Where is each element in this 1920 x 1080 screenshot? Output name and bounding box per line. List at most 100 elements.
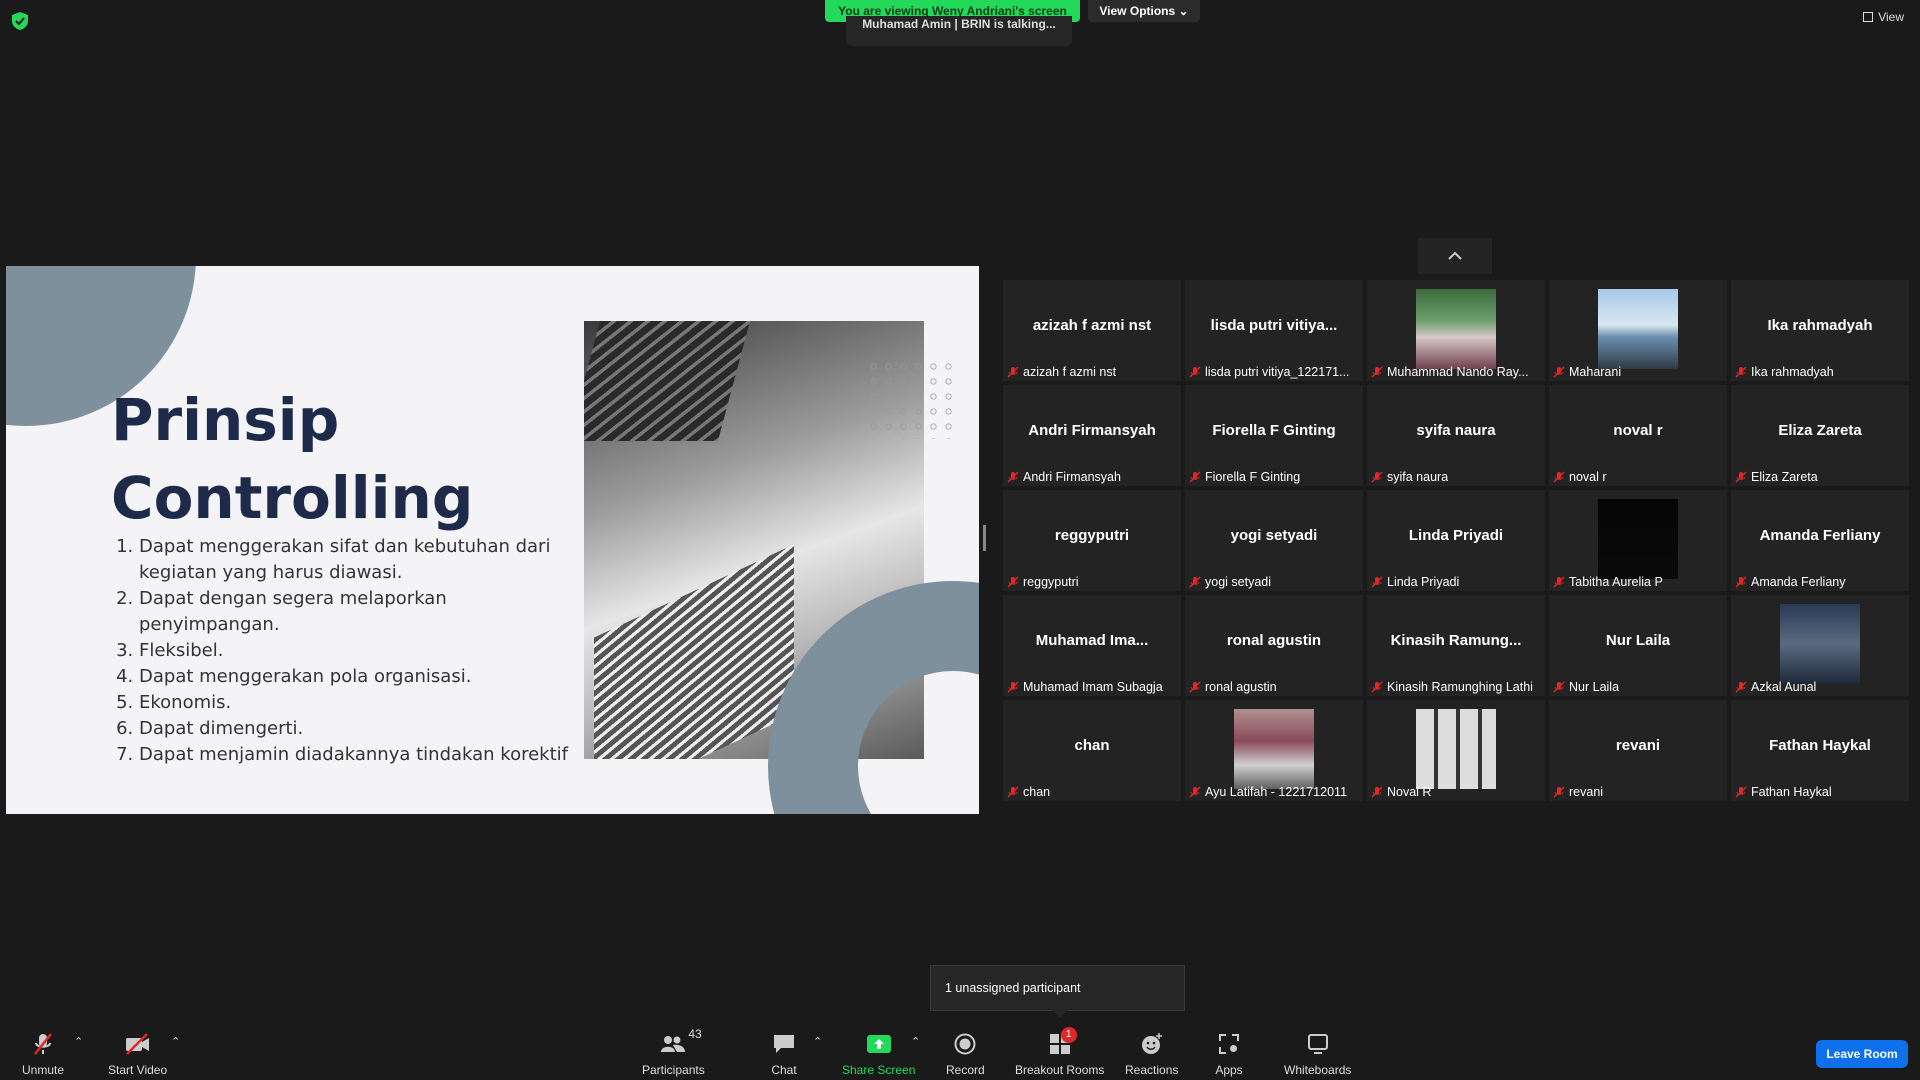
split-divider-handle[interactable] — [983, 525, 986, 551]
participant-nameplate: Muhamad Imam Subagja — [1007, 680, 1177, 694]
participant-tile[interactable]: Tabitha Aurelia P — [1549, 490, 1727, 591]
participant-nameplate: syifa naura — [1371, 470, 1541, 484]
participant-nameplate: Fathan Haykal — [1735, 785, 1905, 799]
building-shape — [584, 321, 751, 441]
participant-display-name: reggyputri — [1054, 527, 1130, 544]
apps-label: Apps — [1215, 1063, 1243, 1077]
participant-tile[interactable]: Azkal Aunal — [1731, 595, 1909, 696]
participant-tile[interactable]: chan chan — [1003, 700, 1181, 801]
participant-tile[interactable]: Nur Laila Nur Laila — [1549, 595, 1727, 696]
slide-list-item: Dapat menjamin diadakannya tindakan kore… — [139, 742, 589, 768]
active-speaker-indicator: Muhamad Amin | BRIN is talking... — [846, 16, 1072, 46]
participant-tile[interactable]: Fiorella F Ginting Fiorella F Ginting — [1185, 385, 1363, 486]
audio-options-caret-icon[interactable]: ⌃ — [74, 1035, 83, 1048]
participant-display-name: yogi setyadi — [1230, 527, 1318, 544]
muted-mic-icon — [1007, 471, 1019, 483]
security-shield-icon[interactable] — [12, 12, 28, 30]
muted-mic-icon — [1371, 471, 1383, 483]
participant-nameplate: Azkal Aunal — [1735, 680, 1905, 694]
whiteboards-button[interactable]: Whiteboards — [1284, 1031, 1351, 1077]
participant-display-name: syifa naura — [1416, 422, 1496, 439]
participant-name: Ika rahmadyah — [1751, 365, 1834, 379]
breakout-rooms-icon: 1 — [1045, 1027, 1077, 1057]
participant-tile[interactable]: azizah f azmi nst azizah f azmi nst — [1003, 280, 1181, 381]
muted-mic-icon — [1189, 786, 1201, 798]
participant-tile[interactable]: revani revani — [1549, 700, 1727, 801]
participant-nameplate: Ika rahmadyah — [1735, 365, 1905, 379]
building-shape — [594, 544, 794, 759]
participant-tile[interactable]: Muhamad Ima... Muhamad Imam Subagja — [1003, 595, 1181, 696]
video-options-caret-icon[interactable]: ⌃ — [171, 1035, 180, 1048]
participant-name: Fiorella F Ginting — [1205, 470, 1301, 484]
apps-button[interactable]: Apps — [1214, 1031, 1244, 1077]
participant-tile[interactable]: Ika rahmadyah Ika rahmadyah — [1731, 280, 1909, 381]
muted-mic-icon — [1735, 471, 1747, 483]
muted-mic-icon — [1735, 366, 1747, 378]
participant-name: chan — [1023, 785, 1051, 799]
participant-video-thumbnail — [1780, 604, 1860, 684]
participant-nameplate: Ayu Latifah - 1221712011 — [1189, 785, 1359, 799]
participant-tile[interactable]: Linda Priyadi Linda Priyadi — [1367, 490, 1545, 591]
breakout-tooltip: 1 unassigned participant — [930, 965, 1185, 1011]
participant-tile[interactable]: Ayu Latifah - 1221712011 — [1185, 700, 1363, 801]
participant-tile[interactable]: lisda putri vitiya... lisda putri vitiya_… — [1185, 280, 1363, 381]
participant-name: Andri Firmansyah — [1023, 470, 1121, 484]
participant-tile[interactable]: Fathan Haykal Fathan Haykal — [1731, 700, 1909, 801]
slide-list-item: Ekonomis. — [139, 690, 589, 716]
participant-nameplate: revani — [1553, 785, 1723, 799]
participant-tile[interactable]: Maharani — [1549, 280, 1727, 381]
slide-list-item: Dapat dengan segera melaporkan penyimpan… — [139, 586, 589, 638]
participant-display-name: Andri Firmansyah — [1028, 422, 1156, 439]
participant-tile[interactable]: syifa naura syifa naura — [1367, 385, 1545, 486]
participant-name: Noval R — [1387, 785, 1432, 799]
muted-mic-icon — [1553, 366, 1565, 378]
participant-tile[interactable]: reggyputri reggyputri — [1003, 490, 1181, 591]
chat-button[interactable]: Chat — [769, 1031, 799, 1077]
participant-nameplate: lisda putri vitiya_122171... — [1189, 365, 1359, 379]
participant-tile[interactable]: Kinasih Ramung... Kinasih Ramunghing Lath… — [1367, 595, 1545, 696]
slide-title-line1: Prinsip — [111, 386, 340, 454]
view-label: View — [1878, 10, 1904, 24]
participant-display-name: Ika rahmadyah — [1767, 317, 1873, 334]
participant-tile[interactable]: Andri Firmansyah Andri Firmansyah — [1003, 385, 1181, 486]
participant-tile[interactable]: Amanda Ferliany Amanda Ferliany — [1731, 490, 1909, 591]
view-options-button[interactable]: View Options ⌄ — [1088, 0, 1200, 22]
view-button[interactable]: View — [1863, 10, 1904, 24]
muted-mic-icon — [1735, 786, 1747, 798]
video-off-icon — [123, 1031, 153, 1057]
participant-nameplate: Nur Laila — [1553, 680, 1723, 694]
slide-list-item: Dapat menggerakan pola organisasi. — [139, 664, 589, 690]
participant-display-name: Fathan Haykal — [1769, 737, 1871, 754]
tooltip-arrow — [1052, 1010, 1068, 1018]
chat-options-caret-icon[interactable]: ⌃ — [813, 1035, 822, 1048]
slide-list-item: Dapat dimengerti. — [139, 716, 589, 742]
unmute-button[interactable]: Unmute — [22, 1031, 64, 1077]
participant-display-name: Eliza Zareta — [1778, 422, 1862, 439]
participant-tile[interactable]: Noval R — [1367, 700, 1545, 801]
participant-name: reggyputri — [1023, 575, 1079, 589]
layout-icon — [1863, 12, 1874, 22]
start-video-button[interactable]: Start Video — [108, 1031, 167, 1077]
breakout-badge: 1 — [1060, 1027, 1077, 1043]
participant-name: Kinasih Ramunghing Lathi — [1387, 680, 1533, 694]
chevron-up-icon — [1448, 251, 1462, 260]
share-screen-button[interactable]: Share Screen — [842, 1031, 915, 1077]
participant-nameplate: Fiorella F Ginting — [1189, 470, 1359, 484]
participant-tile[interactable]: noval r noval r — [1549, 385, 1727, 486]
participant-tile[interactable]: ronal agustin ronal agustin — [1185, 595, 1363, 696]
dot-pattern — [866, 359, 956, 439]
chat-label: Chat — [771, 1063, 797, 1077]
participant-nameplate: chan — [1007, 785, 1177, 799]
leave-room-button[interactable]: Leave Room — [1816, 1040, 1908, 1068]
participant-tile[interactable]: yogi setyadi yogi setyadi — [1185, 490, 1363, 591]
participant-tile[interactable]: Eliza Zareta Eliza Zareta — [1731, 385, 1909, 486]
participant-display-name: revani — [1615, 737, 1661, 754]
breakout-rooms-button[interactable]: 1 Breakout Rooms — [1015, 1027, 1104, 1077]
record-button[interactable]: Record — [946, 1031, 985, 1077]
gallery-scroll-up-button[interactable] — [1418, 238, 1492, 274]
participant-nameplate: azizah f azmi nst — [1007, 365, 1177, 379]
participant-tile[interactable]: Muhammad Nando Ray... — [1367, 280, 1545, 381]
reactions-button[interactable]: Reactions — [1125, 1031, 1178, 1077]
participants-button[interactable]: 43 Participants — [642, 1027, 705, 1077]
share-options-caret-icon[interactable]: ⌃ — [911, 1035, 920, 1048]
